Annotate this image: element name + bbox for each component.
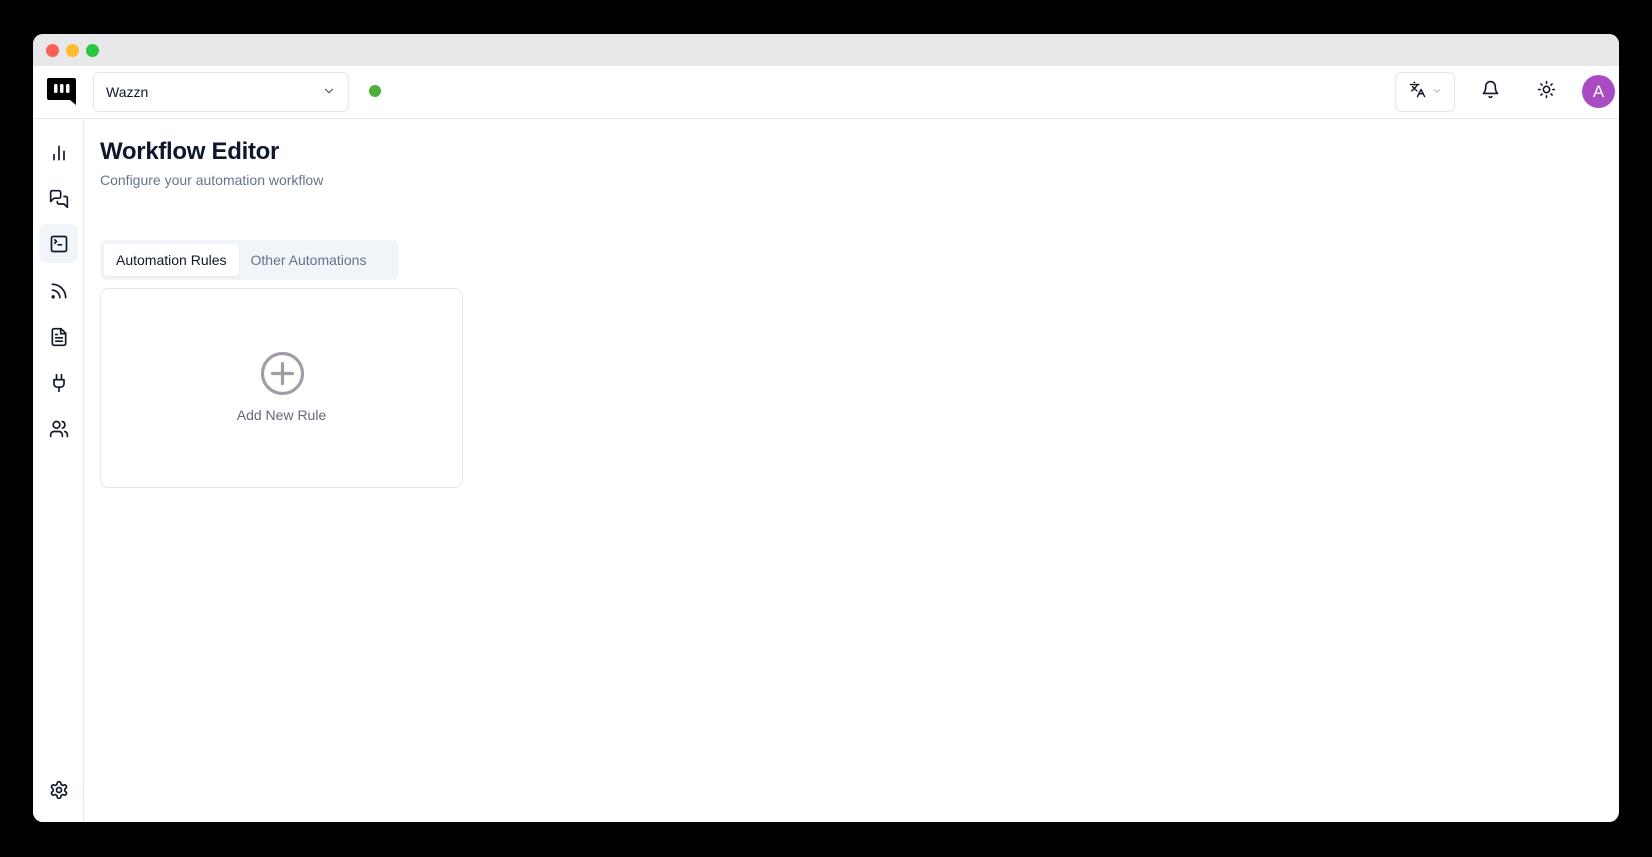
sidebar-item-documents[interactable] (39, 317, 78, 356)
title-bar (33, 34, 1619, 66)
avatar-initial: A (1592, 81, 1605, 101)
workspace-select[interactable]: Wazzn (93, 72, 349, 112)
sidebar-item-analytics[interactable] (39, 133, 78, 172)
rss-icon (51, 283, 66, 298)
notifications-button[interactable] (1475, 77, 1505, 107)
minimize-window-button[interactable] (66, 44, 79, 57)
sun-icon (1537, 80, 1556, 104)
messages-icon (49, 189, 68, 208)
maximize-window-button[interactable] (86, 44, 99, 57)
sidebar (33, 120, 84, 822)
page-title: Workflow Editor (100, 138, 280, 165)
top-bar: Wazzn A (33, 66, 1619, 119)
tab-automation-rules[interactable]: Automation Rules (104, 244, 239, 276)
bar-chart-icon (52, 145, 65, 160)
plug-icon (52, 373, 65, 392)
document-icon (51, 327, 66, 346)
logo-icon[interactable] (46, 76, 77, 107)
sidebar-item-conversations[interactable] (39, 179, 78, 218)
close-window-button[interactable] (46, 44, 59, 57)
theme-toggle-button[interactable] (1531, 77, 1561, 107)
sidebar-item-users[interactable] (39, 409, 78, 448)
bell-icon (1481, 80, 1500, 104)
sidebar-item-settings[interactable] (39, 770, 78, 809)
avatar[interactable]: A (1582, 75, 1615, 108)
connection-status-dot (369, 85, 381, 97)
sidebar-item-workflow[interactable] (39, 224, 78, 263)
sidebar-item-integrations[interactable] (39, 363, 78, 402)
app-window: Wazzn A Workflow Editor Configure your a… (33, 34, 1619, 822)
sidebar-item-feeds[interactable] (39, 271, 78, 310)
add-new-rule-label: Add New Rule (236, 407, 327, 423)
tab-list: Automation Rules Other Automations (100, 240, 399, 280)
page-subtitle: Configure your automation workflow (100, 172, 324, 188)
chevron-down-icon (1432, 83, 1442, 101)
workspace-select-value: Wazzn (106, 84, 149, 100)
tab-other-automations[interactable]: Other Automations (239, 244, 379, 276)
language-button[interactable] (1395, 72, 1455, 112)
terminal-icon (50, 235, 67, 252)
plus-circle-icon (260, 351, 305, 396)
users-icon (49, 420, 68, 437)
translate-icon (1409, 81, 1426, 103)
add-new-rule-card[interactable]: Add New Rule (100, 288, 463, 488)
gear-icon (50, 780, 67, 799)
chevron-down-icon (322, 84, 336, 101)
